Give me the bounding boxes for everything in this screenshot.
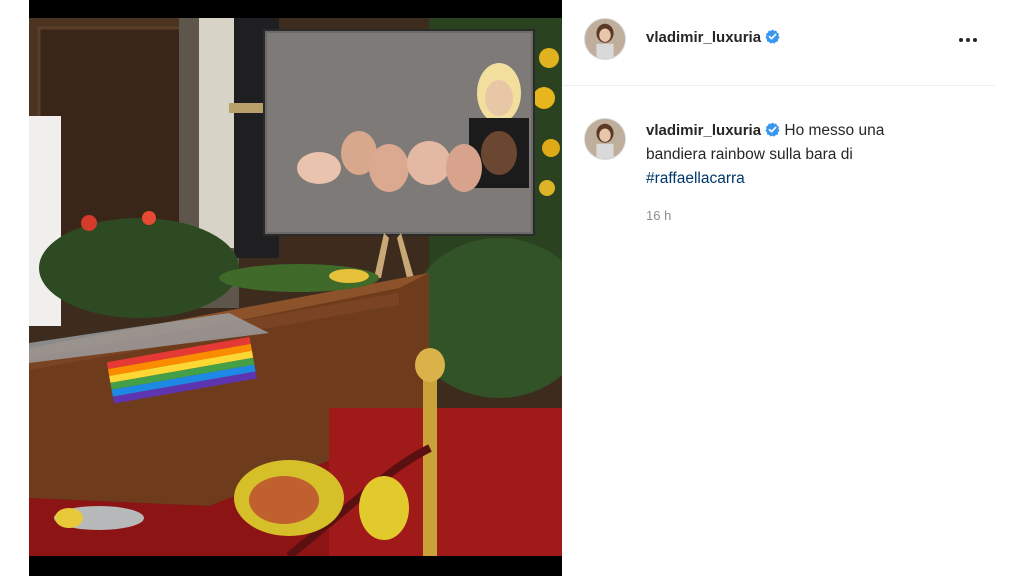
post-image[interactable] bbox=[29, 18, 562, 556]
caption-body: vladimir_luxuria Ho messo una bandiera r… bbox=[646, 119, 946, 191]
post-side-panel: vladimir_luxuria vladimir_luxuria Ho mes… bbox=[562, 0, 995, 576]
avatar-image bbox=[585, 19, 625, 59]
caption-username[interactable]: vladimir_luxuria bbox=[646, 122, 761, 139]
caption-avatar[interactable] bbox=[584, 118, 626, 160]
post-photo-illustration bbox=[29, 18, 562, 556]
header-user-line: vladimir_luxuria bbox=[646, 29, 780, 46]
verified-badge-icon bbox=[765, 29, 780, 44]
post-header: vladimir_luxuria bbox=[562, 0, 995, 86]
more-options-icon[interactable] bbox=[956, 28, 980, 52]
verified-badge-icon bbox=[765, 122, 780, 137]
post-image-panel[interactable] bbox=[29, 0, 562, 576]
avatar-image bbox=[585, 119, 625, 159]
hashtag-link[interactable]: #raffaellacarra bbox=[646, 170, 745, 187]
header-username[interactable]: vladimir_luxuria bbox=[646, 29, 761, 46]
post-timestamp[interactable]: 16 h bbox=[646, 208, 671, 223]
header-avatar[interactable] bbox=[584, 18, 626, 60]
